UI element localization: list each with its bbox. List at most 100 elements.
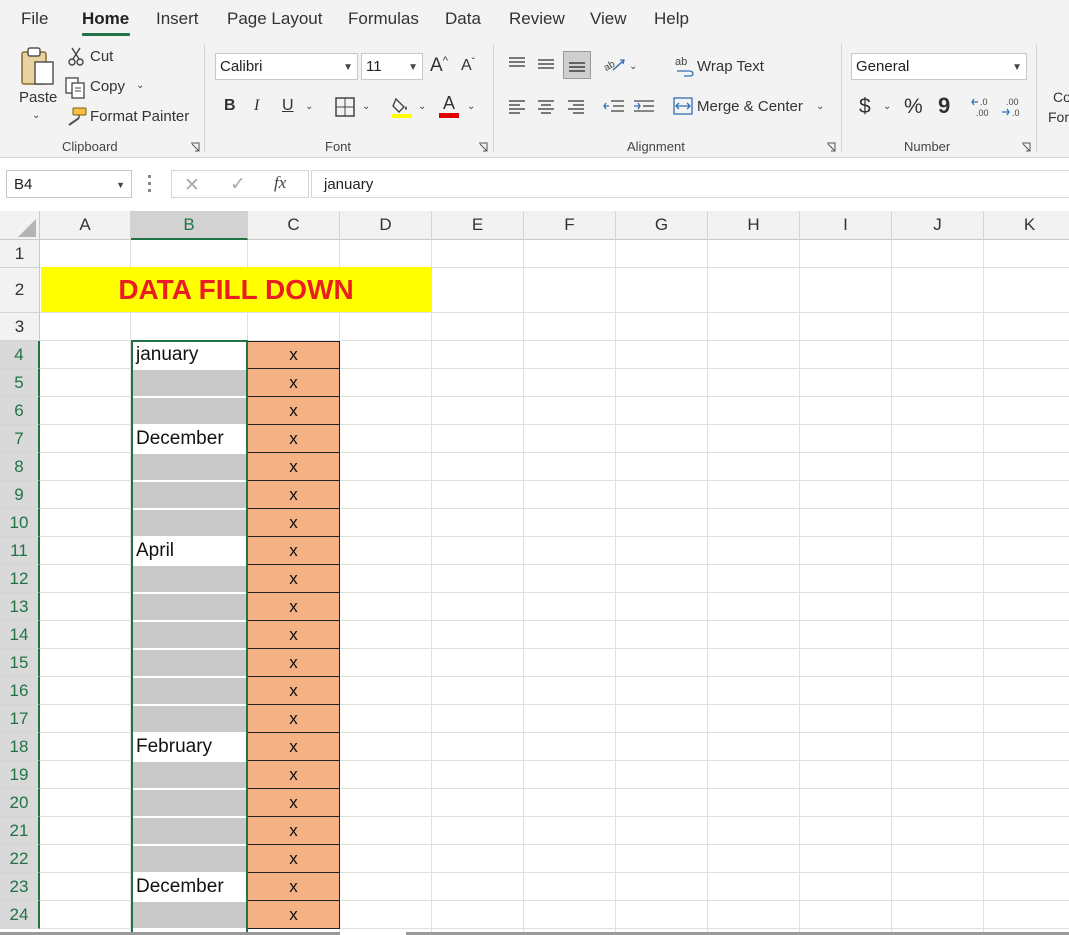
bottom-align-icon[interactable]	[563, 51, 591, 79]
cell-c19[interactable]: x	[248, 761, 340, 789]
chevron-down-icon[interactable]: ▼	[1012, 62, 1022, 73]
formula-bar-grip-icon[interactable]	[148, 175, 151, 192]
row-header-13[interactable]: 13	[0, 593, 40, 621]
row-header-4[interactable]: 4	[0, 341, 40, 369]
cell-c12[interactable]: x	[248, 565, 340, 593]
row-header-12[interactable]: 12	[0, 565, 40, 593]
column-header-b[interactable]: B	[131, 211, 248, 240]
format-painter-button[interactable]: Format Painter	[90, 108, 189, 125]
cancel-icon[interactable]: ✕	[184, 174, 200, 197]
cell-b18[interactable]: February	[132, 733, 248, 761]
tab-file[interactable]: File	[21, 9, 48, 29]
cell-b14[interactable]	[132, 621, 248, 649]
paste-icon[interactable]	[18, 46, 58, 88]
decrease-decimal-icon[interactable]: .00.0	[1000, 96, 1026, 118]
cell-c18[interactable]: x	[248, 733, 340, 761]
shrink-font-button[interactable]: Aˇ	[461, 57, 475, 75]
row-header-15[interactable]: 15	[0, 649, 40, 677]
merge-center-button[interactable]: Merge & Center	[697, 98, 803, 115]
number-launcher-icon[interactable]	[1021, 140, 1032, 152]
fill-color-dropdown-icon[interactable]: ⌄	[418, 101, 426, 112]
cell-b4[interactable]: january	[132, 341, 248, 369]
cell-c11[interactable]: x	[248, 537, 340, 565]
cell-b20[interactable]	[132, 789, 248, 817]
cell-c10[interactable]: x	[248, 509, 340, 537]
merge-center-dropdown-icon[interactable]: ⌄	[816, 101, 824, 112]
column-header-i[interactable]: I	[800, 211, 892, 240]
chevron-down-icon[interactable]: ▼	[408, 62, 418, 73]
cell-c14[interactable]: x	[248, 621, 340, 649]
cell-b7[interactable]: December	[132, 425, 248, 453]
font-color-dropdown-icon[interactable]: ⌄	[467, 101, 475, 112]
cell-c4[interactable]: x	[248, 341, 340, 369]
row-header-8[interactable]: 8	[0, 453, 40, 481]
cell-b5[interactable]	[132, 369, 248, 397]
currency-button[interactable]: $	[859, 95, 871, 119]
grow-font-button[interactable]: A ^	[430, 55, 448, 77]
row-header-22[interactable]: 22	[0, 845, 40, 873]
tab-help[interactable]: Help	[654, 9, 689, 29]
insert-function-button[interactable]: fx	[274, 173, 286, 193]
cell-b22[interactable]	[132, 845, 248, 873]
copy-dropdown-icon[interactable]: ⌄	[136, 80, 144, 91]
underline-dropdown-icon[interactable]: ⌄	[305, 101, 313, 112]
column-header-j[interactable]: J	[892, 211, 984, 240]
cell-c8[interactable]: x	[248, 453, 340, 481]
row-header-1[interactable]: 1	[0, 240, 40, 268]
paste-button[interactable]: Paste	[19, 89, 57, 106]
cell-c15[interactable]: x	[248, 649, 340, 677]
cell-c22[interactable]: x	[248, 845, 340, 873]
wrap-text-button[interactable]: Wrap Text	[697, 58, 764, 75]
underline-button[interactable]: U	[282, 97, 294, 115]
cell-c24[interactable]: x	[248, 901, 340, 929]
percent-button[interactable]: %	[904, 95, 923, 119]
cell-c7[interactable]: x	[248, 425, 340, 453]
comma-style-button[interactable]: 9	[938, 93, 950, 119]
cell-b23[interactable]: December	[132, 873, 248, 901]
worksheet-grid[interactable]: ABCDEFGHIJK 1 2 3 4 5 6 7 8 9 10 11 12 13 14 15 16 17 18 1…	[0, 211, 1069, 935]
cell-b8[interactable]	[132, 453, 248, 481]
align-left-icon[interactable]	[507, 97, 527, 115]
middle-align-icon[interactable]	[536, 55, 556, 73]
chevron-down-icon[interactable]: ▼	[116, 180, 125, 190]
row-header-6[interactable]: 6	[0, 397, 40, 425]
tab-view[interactable]: View	[590, 9, 627, 29]
cut-button[interactable]: Cut	[90, 48, 113, 65]
cell-b19[interactable]	[132, 761, 248, 789]
row-header-3[interactable]: 3	[0, 313, 40, 341]
column-header-f[interactable]: F	[524, 211, 616, 240]
column-header-d[interactable]: D	[340, 211, 432, 240]
tab-home[interactable]: Home	[82, 9, 129, 29]
number-format-combo[interactable]: General ▼	[851, 53, 1027, 80]
italic-button[interactable]: I	[254, 97, 259, 115]
column-header-g[interactable]: G	[616, 211, 708, 240]
borders-dropdown-icon[interactable]: ⌄	[362, 101, 370, 112]
cell-b9[interactable]	[132, 481, 248, 509]
cell-b6[interactable]	[132, 397, 248, 425]
cell-b16[interactable]	[132, 677, 248, 705]
cell-c9[interactable]: x	[248, 481, 340, 509]
cell-c23[interactable]: x	[248, 873, 340, 901]
increase-decimal-icon[interactable]: .0.00	[970, 96, 996, 118]
row-header-19[interactable]: 19	[0, 761, 40, 789]
fill-color-icon[interactable]	[390, 95, 414, 119]
orientation-icon[interactable]: ab	[603, 55, 625, 75]
row-header-18[interactable]: 18	[0, 733, 40, 761]
cell-b15[interactable]	[132, 649, 248, 677]
borders-icon[interactable]	[334, 96, 356, 118]
alignment-launcher-icon[interactable]	[826, 140, 837, 152]
paste-dropdown-icon[interactable]: ⌄	[32, 110, 40, 121]
column-header-a[interactable]: A	[40, 211, 131, 240]
cell-c17[interactable]: x	[248, 705, 340, 733]
row-header-9[interactable]: 9	[0, 481, 40, 509]
tab-insert[interactable]: Insert	[156, 9, 199, 29]
cell-b21[interactable]	[132, 817, 248, 845]
column-header-k[interactable]: K	[984, 211, 1069, 240]
cell-c20[interactable]: x	[248, 789, 340, 817]
bold-button[interactable]: B	[224, 97, 236, 115]
cell-b12[interactable]	[132, 565, 248, 593]
enter-icon[interactable]: ✓	[230, 173, 246, 196]
cell-c6[interactable]: x	[248, 397, 340, 425]
decrease-indent-icon[interactable]	[603, 97, 625, 115]
tab-data[interactable]: Data	[445, 9, 481, 29]
